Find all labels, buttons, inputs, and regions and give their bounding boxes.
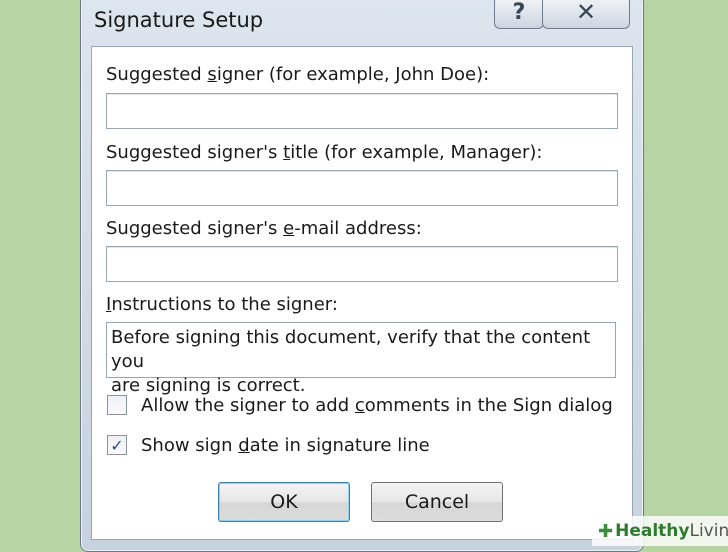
- dialog-title: Signature Setup: [94, 8, 264, 32]
- show-date-checkbox[interactable]: ✓: [107, 435, 127, 455]
- health-cross-icon: ✚: [598, 520, 614, 542]
- ok-button[interactable]: OK: [218, 482, 350, 522]
- close-icon: ✕: [575, 0, 597, 26]
- suggested-signer-label: Suggested signer (for example, John Doe)…: [106, 64, 490, 85]
- watermark-text-healthy: Healthy: [615, 521, 690, 541]
- watermark-text-living: Living: [689, 521, 728, 541]
- cancel-button[interactable]: Cancel: [371, 482, 503, 522]
- close-button[interactable]: ✕: [542, 0, 630, 29]
- instructions-label: Instructions to the signer:: [106, 294, 338, 315]
- instructions-textarea[interactable]: Before signing this document, verify tha…: [106, 322, 616, 396]
- allow-comments-label: Allow the signer to add comments in the …: [141, 395, 613, 416]
- suggested-title-label: Suggested signer's title (for example, M…: [106, 142, 543, 163]
- suggested-title-input[interactable]: [106, 170, 618, 206]
- dialog-titlebar: Signature Setup ? ✕: [80, 0, 642, 46]
- show-date-label: Show sign date in signature line: [141, 435, 430, 456]
- help-button[interactable]: ?: [494, 0, 544, 29]
- help-icon: ?: [512, 0, 526, 25]
- ok-button-label: OK: [270, 491, 298, 513]
- allow-comments-checkbox[interactable]: [107, 395, 127, 415]
- watermark: ✚ Healthy Living: [592, 516, 728, 546]
- suggested-email-label: Suggested signer's e-mail address:: [106, 218, 422, 239]
- cancel-button-label: Cancel: [404, 491, 470, 513]
- suggested-email-input[interactable]: [106, 246, 618, 282]
- check-mark-icon: ✓: [110, 435, 124, 455]
- suggested-signer-input[interactable]: [106, 93, 618, 129]
